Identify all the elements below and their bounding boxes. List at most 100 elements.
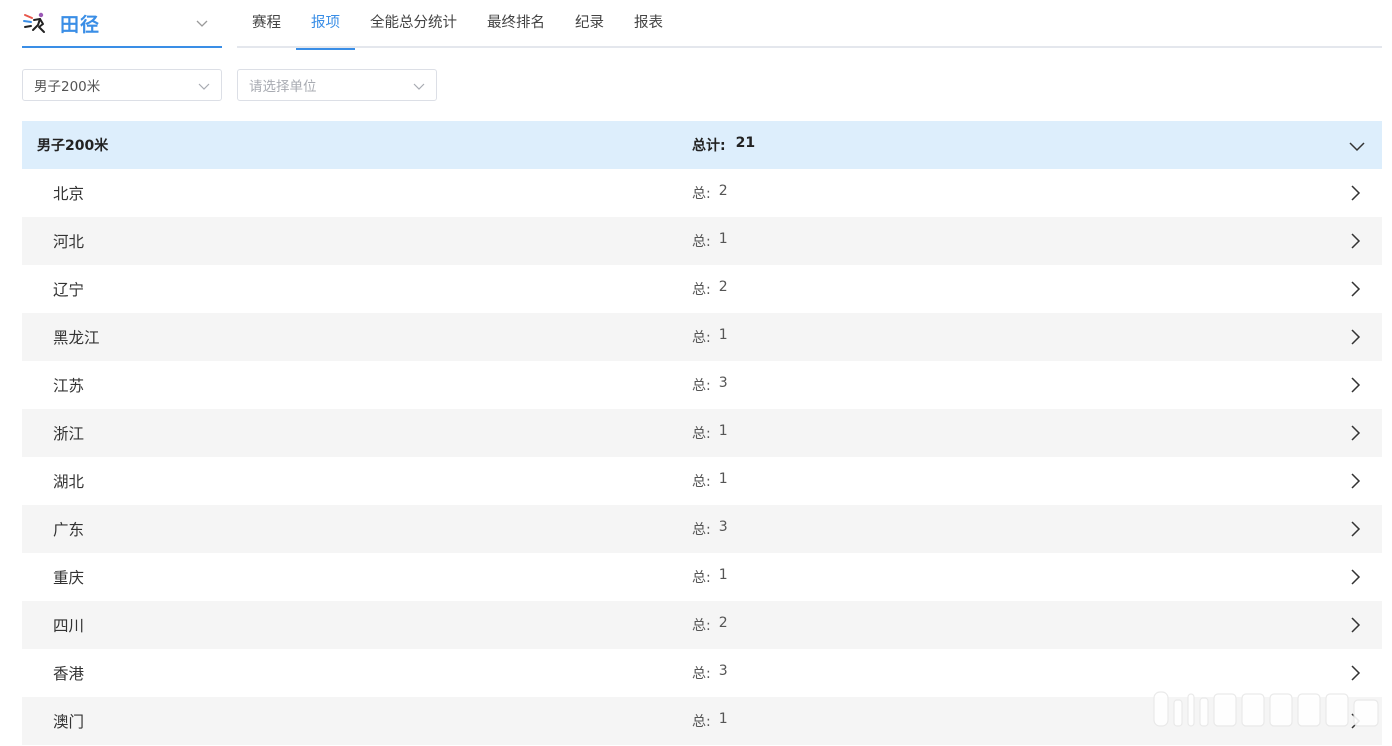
row-unit-name: 黑龙江 <box>53 329 100 347</box>
row-total-label: 总: <box>692 570 711 586</box>
row-total-value: 2 <box>718 279 728 295</box>
table-row[interactable]: 辽宁 总: 2 <box>22 265 1382 313</box>
group-total: 总计: 21 <box>692 135 755 155</box>
chevron-right-icon[interactable] <box>1346 184 1364 202</box>
tab-label: 全能总分统计 <box>370 14 457 31</box>
row-total: 总: 1 <box>692 327 728 347</box>
row-total-value: 1 <box>718 231 728 247</box>
watermark-logo <box>1152 686 1382 732</box>
unit-select[interactable]: 请选择单位 <box>237 69 437 101</box>
row-total: 总: 2 <box>692 183 728 203</box>
row-total: 总: 3 <box>692 375 728 395</box>
group-header[interactable]: 男子200米 总计: 21 <box>22 121 1382 169</box>
row-total-label: 总: <box>692 474 711 490</box>
tab-label: 纪录 <box>575 14 604 31</box>
table-row[interactable]: 湖北 总: 1 <box>22 457 1382 505</box>
chevron-down-icon <box>197 79 211 93</box>
top-bar: 田径 赛程 报项 全能总分统计 最终排名 纪录 报表 <box>0 0 1392 50</box>
tab-label: 赛程 <box>252 14 281 31</box>
row-total: 总: 3 <box>692 663 728 683</box>
row-total-label: 总: <box>692 522 711 538</box>
table-row[interactable]: 江苏 总: 3 <box>22 361 1382 409</box>
table-row[interactable]: 重庆 总: 1 <box>22 553 1382 601</box>
row-total-label: 总: <box>692 282 711 298</box>
chevron-right-icon[interactable] <box>1346 472 1364 490</box>
tab-label: 最终排名 <box>487 14 545 31</box>
row-unit-name: 江苏 <box>53 377 85 395</box>
row-total: 总: 1 <box>692 231 728 251</box>
tab-combined-score-stats[interactable]: 全能总分统计 <box>355 0 472 48</box>
group-total-value: 21 <box>735 135 756 151</box>
row-total: 总: 2 <box>692 615 728 635</box>
row-unit-name: 香港 <box>53 665 85 683</box>
unit-select-placeholder: 请选择单位 <box>249 79 317 95</box>
table-body: 北京 总: 2 河北 总: 1 辽宁 总: 2 黑龙江 总: 1 江苏 总: 3 浙江 总: 1 湖北 总: 1 广东 总:… <box>22 169 1382 745</box>
row-unit-name: 澳门 <box>53 713 85 731</box>
sport-selector[interactable]: 田径 <box>22 0 222 48</box>
row-total-label: 总: <box>692 378 711 394</box>
row-unit-name: 辽宁 <box>53 281 85 299</box>
row-unit-name: 北京 <box>53 185 85 203</box>
row-total: 总: 1 <box>692 711 728 731</box>
row-total-label: 总: <box>692 330 711 346</box>
row-total-value: 3 <box>718 375 728 391</box>
main-tabs: 赛程 报项 全能总分统计 最终排名 纪录 报表 <box>237 0 1382 50</box>
table-row[interactable]: 黑龙江 总: 1 <box>22 313 1382 361</box>
row-total-label: 总: <box>692 426 711 442</box>
row-total: 总: 1 <box>692 471 728 491</box>
tab-label: 报表 <box>634 14 663 31</box>
group-total-label: 总计: <box>692 138 726 154</box>
group-name: 男子200米 <box>37 138 109 154</box>
chevron-right-icon[interactable] <box>1346 280 1364 298</box>
row-total-label: 总: <box>692 714 711 730</box>
row-total-label: 总: <box>692 618 711 634</box>
chevron-right-icon[interactable] <box>1346 568 1364 586</box>
chevron-right-icon[interactable] <box>1346 232 1364 250</box>
row-total: 总: 1 <box>692 423 728 443</box>
row-total-value: 1 <box>718 567 728 583</box>
row-total: 总: 3 <box>692 519 728 539</box>
table-row[interactable]: 广东 总: 3 <box>22 505 1382 553</box>
row-total-value: 3 <box>718 663 728 679</box>
chevron-right-icon[interactable] <box>1346 424 1364 442</box>
table-row[interactable]: 北京 总: 2 <box>22 169 1382 217</box>
table-row[interactable]: 浙江 总: 1 <box>22 409 1382 457</box>
chevron-right-icon[interactable] <box>1346 616 1364 634</box>
chevron-right-icon[interactable] <box>1346 664 1364 682</box>
tab-label: 报项 <box>311 14 340 31</box>
row-unit-name: 湖北 <box>53 473 85 491</box>
row-total: 总: 2 <box>692 279 728 299</box>
row-total-label: 总: <box>692 666 711 682</box>
row-total-value: 2 <box>718 615 728 631</box>
row-total-value: 2 <box>718 183 728 199</box>
row-total-value: 1 <box>718 327 728 343</box>
row-total-label: 总: <box>692 186 711 202</box>
chevron-right-icon[interactable] <box>1346 376 1364 394</box>
chevron-down-icon <box>412 79 426 93</box>
table-row[interactable]: 四川 总: 2 <box>22 601 1382 649</box>
tab-reports[interactable]: 报表 <box>619 0 678 48</box>
row-unit-name: 浙江 <box>53 425 85 443</box>
row-total: 总: 1 <box>692 567 728 587</box>
row-total-label: 总: <box>692 234 711 250</box>
row-unit-name: 广东 <box>53 521 85 539</box>
athletics-logo-icon <box>22 10 48 36</box>
row-total-value: 1 <box>718 711 728 727</box>
event-select[interactable]: 男子200米 <box>22 69 222 101</box>
chevron-right-icon[interactable] <box>1346 328 1364 346</box>
chevron-down-icon[interactable] <box>1348 137 1366 155</box>
row-unit-name: 四川 <box>53 617 85 635</box>
row-unit-name: 河北 <box>53 233 85 251</box>
tab-final-ranking[interactable]: 最终排名 <box>472 0 560 48</box>
tab-records[interactable]: 纪录 <box>560 0 619 48</box>
chevron-right-icon[interactable] <box>1346 520 1364 538</box>
tab-schedule[interactable]: 赛程 <box>237 0 296 48</box>
tab-entries[interactable]: 报项 <box>296 0 355 50</box>
chevron-down-icon <box>194 15 210 31</box>
row-total-value: 3 <box>718 519 728 535</box>
row-total-value: 1 <box>718 423 728 439</box>
table-row[interactable]: 河北 总: 1 <box>22 217 1382 265</box>
sport-name: 田径 <box>60 13 101 36</box>
entries-table: 男子200米 总计: 21 北京 总: 2 河北 总: 1 辽宁 总: 2 黑龙江 总: 1 江苏 总: 3… <box>22 121 1382 745</box>
event-select-value: 男子200米 <box>34 79 101 95</box>
